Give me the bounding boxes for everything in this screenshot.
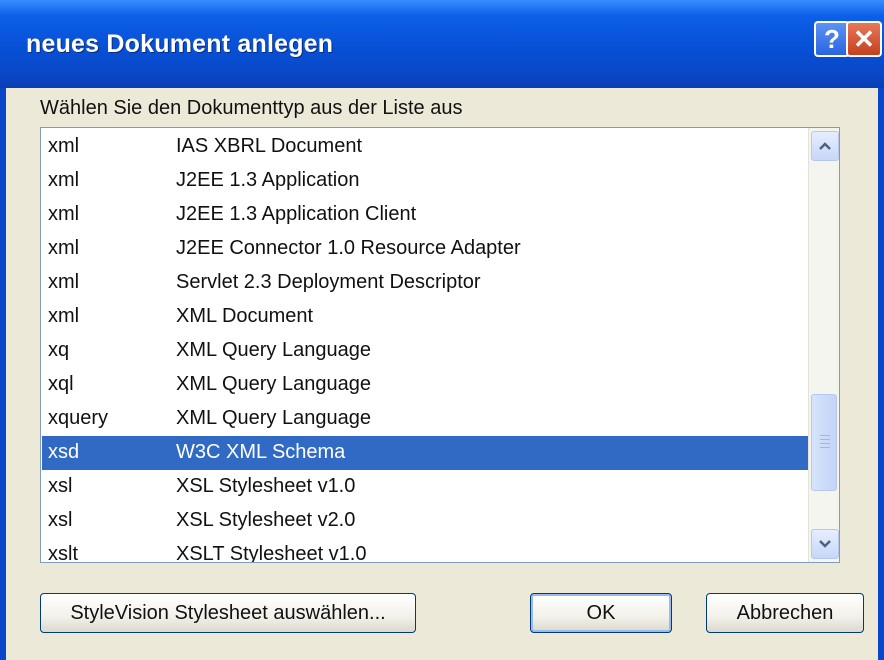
scroll-up-button[interactable] — [811, 131, 839, 161]
list-item-extension: xml — [48, 305, 80, 327]
scroll-down-button[interactable] — [811, 529, 839, 559]
list-item-extension: xml — [48, 271, 80, 293]
list-item-extension: xq — [48, 339, 70, 361]
list-item-description: J2EE 1.3 Application — [176, 169, 360, 191]
dialog-body: Wählen Sie den Dokumenttyp aus der Liste… — [6, 88, 878, 660]
list-item-extension: xml — [48, 237, 80, 259]
list-item-extension: xml — [48, 135, 80, 157]
list-item[interactable]: xql XML Query Language — [42, 368, 829, 402]
list-item[interactable]: xml IAS XBRL Document — [42, 130, 829, 164]
close-icon: ✕ — [853, 23, 875, 54]
list-item[interactable]: xq XML Query Language — [42, 334, 829, 368]
list-item-extension: xml — [48, 169, 80, 191]
list-item-description: XSL Stylesheet v1.0 — [176, 475, 356, 497]
list-item-extension: xql — [48, 373, 74, 395]
title-bar[interactable]: neues Dokument anlegen ? ✕ — [0, 0, 884, 88]
list-label: Wählen Sie den Dokumenttyp aus der Liste… — [40, 97, 463, 119]
list-item-description: W3C XML Schema — [176, 441, 346, 463]
chevron-up-icon — [819, 142, 831, 150]
list-item[interactable]: xml J2EE 1.3 Application Client — [42, 198, 829, 232]
list-item[interactable]: xml Servlet 2.3 Deployment Descriptor — [42, 266, 829, 300]
list-item-description: XML Query Language — [176, 339, 371, 361]
list-item-description: XML Document — [176, 305, 314, 327]
close-button[interactable]: ✕ — [846, 21, 882, 57]
list-item[interactable]: xquery XML Query Language — [42, 402, 829, 436]
list-item[interactable]: xsl XSL Stylesheet v2.0 — [42, 504, 829, 538]
list-item-description: J2EE 1.3 Application Client — [176, 203, 417, 225]
list-item[interactable]: xml J2EE Connector 1.0 Resource Adapter — [42, 232, 829, 266]
list-item-extension: xsl — [48, 475, 73, 497]
vertical-scrollbar[interactable] — [808, 128, 839, 562]
list-item-description: XML Query Language — [176, 407, 371, 429]
stylevision-select-button[interactable]: StyleVision Stylesheet auswählen... — [40, 593, 416, 633]
list-item-extension: xsd — [48, 441, 80, 463]
chevron-down-icon — [819, 540, 831, 548]
list-item-extension: xquery — [48, 407, 109, 429]
list-item-description: J2EE Connector 1.0 Resource Adapter — [176, 237, 521, 259]
list-item-description: Servlet 2.3 Deployment Descriptor — [176, 271, 481, 293]
list-item[interactable]: xsl XSL Stylesheet v1.0 — [42, 470, 829, 504]
list-item-description: XSLT Stylesheet v1.0 — [176, 543, 367, 563]
list-item-extension: xml — [48, 203, 80, 225]
list-item-extension: xslt — [48, 543, 78, 563]
list-item-description: IAS XBRL Document — [176, 135, 363, 157]
document-type-list[interactable]: xml IAS XBRL Document xml J2EE 1.3 Applicat… — [40, 127, 840, 563]
list-item[interactable]: xml XML Document — [42, 300, 829, 334]
ok-button[interactable]: OK — [530, 593, 672, 633]
list-item-description: XSL Stylesheet v2.0 — [176, 509, 356, 531]
dialog-window: neues Dokument anlegen ? ✕ Wählen Sie de… — [0, 0, 884, 660]
list-rows: xml IAS XBRL Document xml J2EE 1.3 Applicat… — [42, 130, 829, 563]
list-item-description: XML Query Language — [176, 373, 371, 395]
list-item[interactable]: xsd W3C XML Schema — [42, 436, 829, 470]
help-button[interactable]: ? — [814, 21, 850, 57]
scroll-thumb[interactable] — [811, 394, 837, 491]
dialog-title: neues Dokument anlegen — [26, 30, 334, 58]
list-item[interactable]: xml J2EE 1.3 Application — [42, 164, 829, 198]
cancel-button[interactable]: Abbrechen — [706, 593, 864, 633]
help-icon: ? — [824, 23, 840, 54]
list-item-extension: xsl — [48, 509, 73, 531]
list-item[interactable]: xslt XSLT Stylesheet v1.0 — [42, 538, 829, 563]
